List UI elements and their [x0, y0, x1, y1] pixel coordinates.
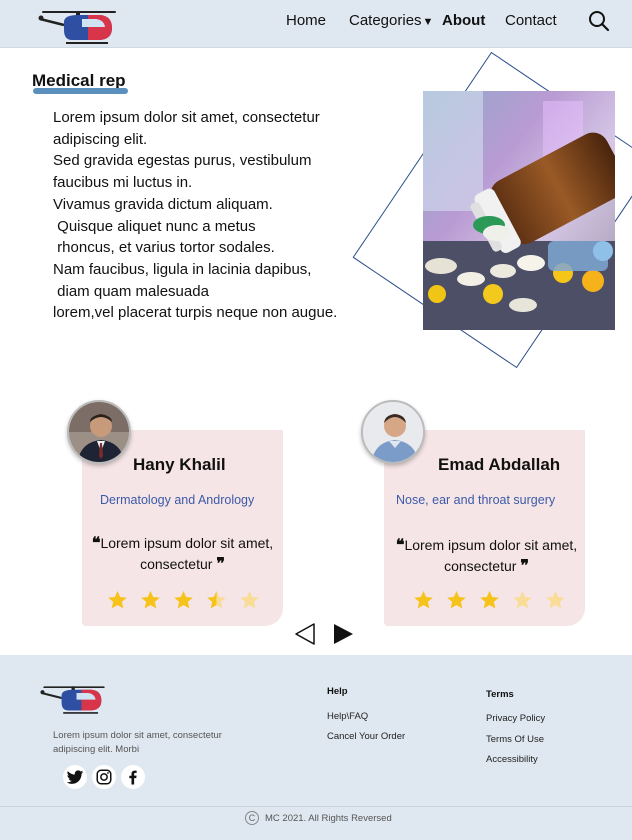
review-quote: ❝Lorem ipsum dolor sit amet, consectetur…: [394, 535, 579, 577]
close-quote-icon: ❞: [520, 558, 529, 575]
privacy-policy-link[interactable]: Privacy Policy: [486, 713, 545, 724]
avatar: [67, 400, 131, 464]
helicopter-logo-icon[interactable]: [40, 680, 108, 716]
star-icon: [447, 591, 466, 609]
reviewer-specialty: Dermatology and Andrology: [100, 493, 255, 507]
nav-categories-label: Categories: [349, 12, 422, 29]
terms-of-use-link[interactable]: Terms Of Use: [486, 734, 544, 745]
nav-contact[interactable]: Contact: [505, 12, 557, 29]
title-underline: [33, 88, 128, 94]
cancel-order-link[interactable]: Cancel Your Order: [327, 731, 405, 742]
footer-description: Lorem ipsum dolor sit amet, consectetur …: [53, 730, 222, 755]
triangle-right-icon[interactable]: [331, 622, 355, 646]
star-icon: [546, 591, 565, 609]
facebook-button[interactable]: [121, 765, 145, 789]
avatar: [361, 400, 425, 464]
help-heading: Help: [327, 686, 348, 697]
copyright-icon: C: [245, 811, 259, 825]
star-icon: [207, 591, 226, 609]
about-text: Lorem ipsum dolor sit amet, consectetur …: [53, 109, 338, 322]
accessibility-link[interactable]: Accessibility: [486, 754, 538, 765]
medicine-pills-photo-icon: [423, 91, 615, 330]
terms-heading: Terms: [486, 689, 514, 700]
nav-home[interactable]: Home: [286, 12, 326, 29]
star-icon: [141, 591, 160, 609]
review-quote-text: Lorem ipsum dolor sit amet, consectetur: [100, 535, 274, 572]
search-icon[interactable]: [588, 10, 610, 32]
facebook-icon: [129, 770, 137, 785]
reviewer-name: Hany Khalil: [133, 455, 226, 474]
star-icon: [174, 591, 193, 609]
review-quote-text: Lorem ipsum dolor sit amet, consectetur: [404, 537, 578, 574]
triangle-left-icon[interactable]: [293, 622, 317, 646]
copyright-text: MC 2021. All Rights Reversed: [265, 813, 392, 824]
medicine-pills-image: [423, 91, 615, 330]
star-icon: [108, 591, 127, 609]
twitter-button[interactable]: [63, 765, 87, 789]
star-icon: [240, 591, 259, 609]
helicopter-logo-icon[interactable]: [38, 6, 120, 44]
nav-categories[interactable]: Categories▼: [349, 12, 433, 29]
nav-about[interactable]: About: [442, 12, 485, 29]
footer-divider: [0, 806, 632, 807]
star-icon: [480, 591, 499, 609]
help-faq-link[interactable]: Help\FAQ: [327, 711, 368, 722]
navbar: Home Categories▼ About Contact: [0, 0, 632, 48]
instagram-icon: [96, 769, 112, 785]
star-icon: [513, 591, 532, 609]
reviewer-name: Emad Abdallah: [438, 455, 561, 474]
close-quote-icon: ❞: [216, 556, 225, 573]
reviewer-specialty: Nose, ear and throat surgery: [396, 493, 556, 507]
star-icon: [414, 591, 433, 609]
instagram-button[interactable]: [92, 765, 116, 789]
twitter-icon: [66, 770, 84, 784]
caret-down-icon: ▼: [422, 16, 434, 28]
review-quote: ❝Lorem ipsum dolor sit amet, consectetur…: [90, 533, 275, 575]
